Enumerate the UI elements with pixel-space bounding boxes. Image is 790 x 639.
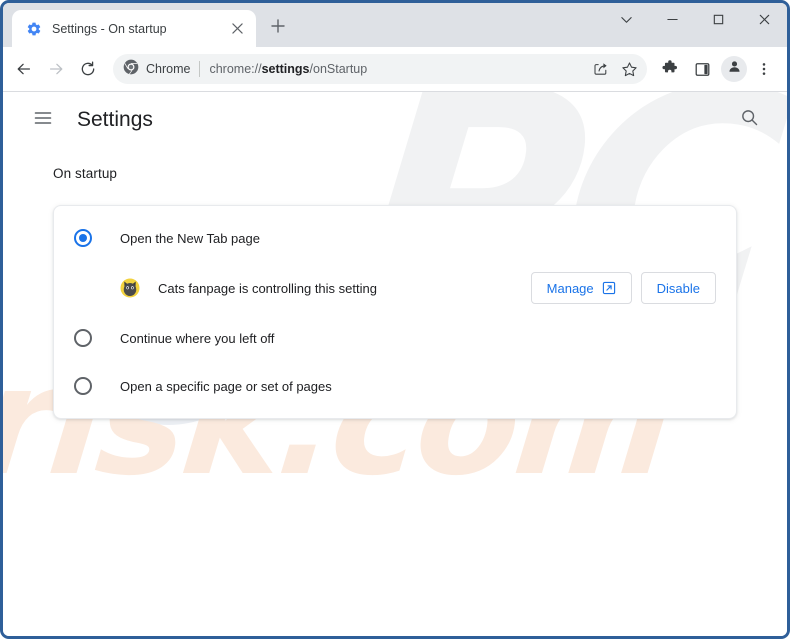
- chevron-down-icon: [620, 13, 633, 26]
- radio-button[interactable]: [74, 329, 92, 347]
- chrome-branding-chip: Chrome: [123, 59, 190, 80]
- chrome-menu-button[interactable]: [749, 54, 779, 84]
- radio-button-selected[interactable]: [74, 229, 92, 247]
- avatar-icon: [727, 59, 742, 79]
- puzzle-piece-icon: [661, 60, 679, 78]
- minimize-icon: [666, 13, 679, 26]
- external-link-icon: [602, 281, 616, 295]
- star-icon: [621, 61, 638, 78]
- address-bar[interactable]: Chrome chrome://settings/onStartup: [113, 54, 647, 84]
- browser-toolbar: Chrome chrome://settings/onStartup: [3, 47, 787, 91]
- browser-tab[interactable]: Settings - On startup: [12, 10, 256, 47]
- url-bold-segment: settings: [261, 62, 310, 76]
- settings-header: Settings: [3, 92, 787, 148]
- tab-strip: Settings - On startup: [3, 3, 787, 47]
- radio-label: Open a specific page or set of pages: [120, 378, 332, 394]
- settings-search-button[interactable]: [731, 102, 767, 138]
- url-prefix: chrome://: [209, 62, 262, 76]
- extension-notice-text: Cats fanpage is controlling this setting: [158, 280, 377, 296]
- on-startup-card: Open the New Tab page Cats fanpage is co…: [53, 205, 737, 419]
- radio-label: Open the New Tab page: [120, 230, 260, 246]
- chrome-chip-label: Chrome: [146, 62, 191, 76]
- settings-content: On startup Open the New Tab page Cats fa…: [3, 148, 787, 419]
- forward-arrow-icon: [47, 60, 65, 78]
- url-text: chrome://settings/onStartup: [209, 62, 587, 76]
- new-tab-button[interactable]: [264, 14, 292, 42]
- page-title: Settings: [77, 108, 153, 131]
- radio-option-continue-where-left-off[interactable]: Continue where you left off: [54, 314, 736, 362]
- profile-button[interactable]: [721, 56, 747, 82]
- disable-button-label: Disable: [656, 280, 700, 296]
- hamburger-menu-button[interactable]: [25, 102, 61, 138]
- url-suffix: /onStartup: [309, 62, 368, 76]
- omnibox-divider: [199, 61, 201, 77]
- bookmark-button[interactable]: [615, 55, 643, 83]
- close-icon: [758, 13, 771, 26]
- radio-option-new-tab-page[interactable]: Open the New Tab page: [54, 214, 736, 262]
- window-controls: [603, 3, 787, 36]
- side-panel-icon: [694, 61, 711, 78]
- omnibox-actions: [587, 55, 643, 83]
- share-button[interactable]: [587, 55, 615, 83]
- maximize-button[interactable]: [695, 3, 741, 36]
- share-icon: [593, 61, 609, 77]
- back-arrow-icon: [15, 60, 33, 78]
- search-icon: [740, 108, 759, 132]
- manage-button-label: Manage: [546, 280, 594, 296]
- hamburger-menu-icon: [33, 108, 53, 133]
- maximize-icon: [712, 13, 725, 26]
- side-panel-button[interactable]: [687, 54, 717, 84]
- radio-button[interactable]: [74, 377, 92, 395]
- three-dot-menu-icon: [756, 61, 772, 77]
- disable-button[interactable]: Disable: [640, 272, 716, 304]
- extension-control-notice: Cats fanpage is controlling this setting…: [54, 262, 736, 314]
- chrome-logo-icon: [123, 59, 139, 80]
- settings-page: PC risk.com Settings: [3, 92, 787, 636]
- radio-option-specific-pages[interactable]: Open a specific page or set of pages: [54, 362, 736, 410]
- cat-extension-icon: [120, 278, 140, 298]
- minimize-button[interactable]: [649, 3, 695, 36]
- back-button[interactable]: [9, 54, 39, 84]
- close-button[interactable]: [741, 3, 787, 36]
- radio-label: Continue where you left off: [120, 330, 275, 346]
- extensions-button[interactable]: [655, 54, 685, 84]
- close-icon[interactable]: [228, 20, 246, 38]
- manage-button[interactable]: Manage: [530, 272, 632, 304]
- plus-icon: [271, 18, 285, 38]
- reload-button[interactable]: [73, 54, 103, 84]
- forward-button[interactable]: [41, 54, 71, 84]
- tab-search-button[interactable]: [603, 3, 649, 36]
- gear-icon: [26, 21, 42, 37]
- section-label-on-startup: On startup: [53, 166, 118, 181]
- reload-icon: [79, 60, 97, 78]
- tab-title: Settings - On startup: [52, 21, 167, 36]
- browser-window: Settings - On startup Chrome chrome://se…: [0, 0, 790, 639]
